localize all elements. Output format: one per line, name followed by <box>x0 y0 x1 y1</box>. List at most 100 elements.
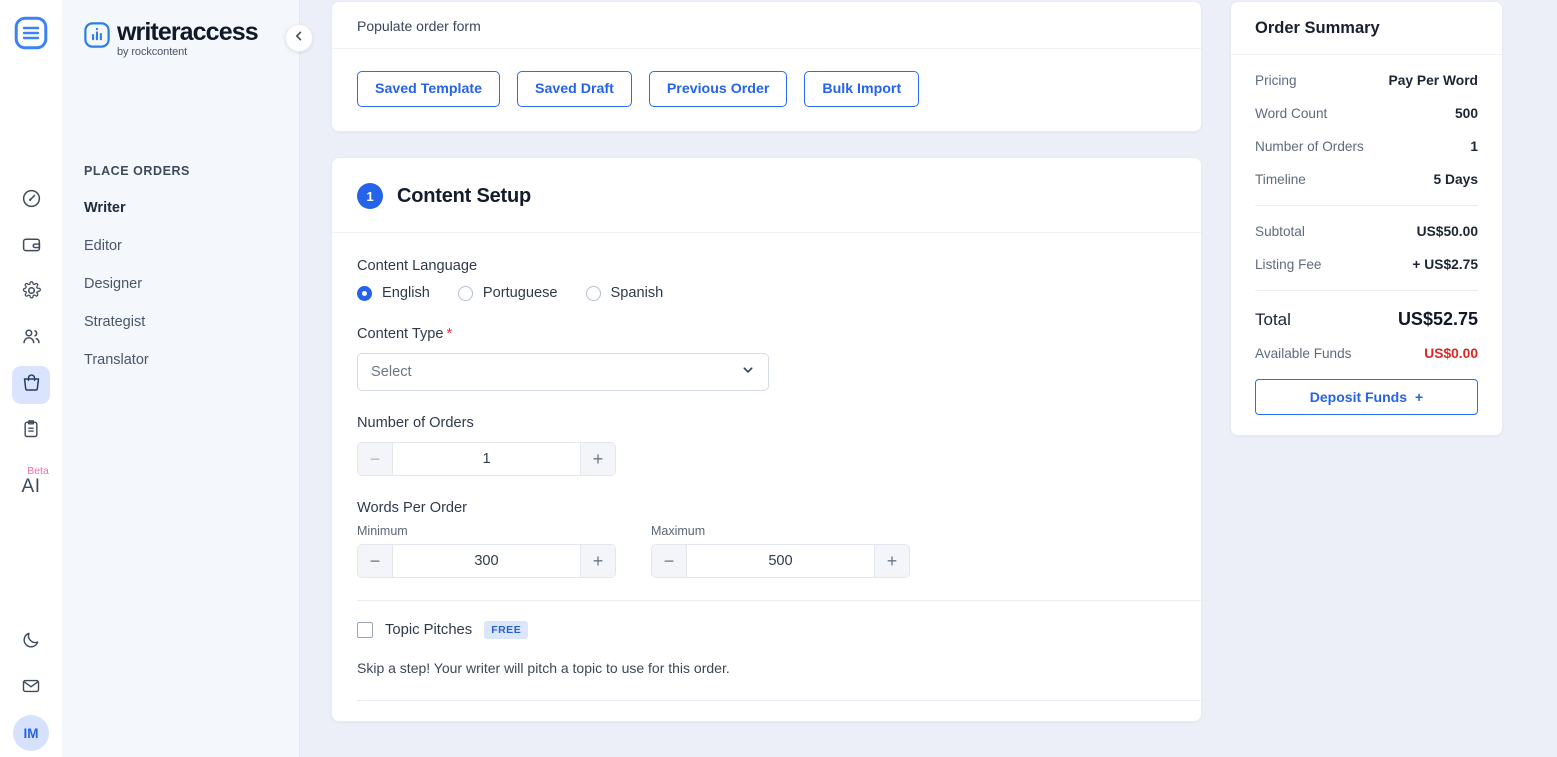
summary-row-timeline: Timeline 5 Days <box>1255 172 1478 187</box>
words-maximum-value[interactable]: 500 <box>686 545 875 577</box>
sidebar-item-label: Writer <box>84 200 126 216</box>
content-language-radio-group: English Portuguese Spanish <box>357 285 1176 301</box>
rail-item-dark-mode[interactable] <box>12 623 50 661</box>
free-badge: FREE <box>484 621 528 639</box>
available-funds-value: US$0.00 <box>1424 346 1478 361</box>
number-of-orders-decrement[interactable]: − <box>358 443 392 475</box>
sidebar-item-label: Designer <box>84 276 142 292</box>
topic-pitches-label: Topic Pitches <box>385 622 472 638</box>
words-maximum-increment[interactable]: + <box>875 545 909 577</box>
topic-pitches-helper-text: Skip a step! Your writer will pitch a to… <box>357 660 1176 676</box>
deposit-funds-button[interactable]: Deposit Funds + <box>1255 379 1478 415</box>
summary-value: 1 <box>1470 139 1478 154</box>
rail-item-tasks[interactable] <box>12 412 50 450</box>
content-type-value: Select <box>371 364 412 380</box>
language-option-spanish[interactable]: Spanish <box>586 285 664 301</box>
order-summary-column: Order Summary Pricing Pay Per Word Word … <box>1230 0 1527 722</box>
radio-icon[interactable] <box>586 286 601 301</box>
gear-icon <box>21 280 42 306</box>
summary-value: + US$2.75 <box>1412 257 1478 272</box>
summary-key: Word Count <box>1255 106 1327 121</box>
language-option-label: Spanish <box>611 285 664 301</box>
clipboard-icon <box>21 419 41 444</box>
rail-item-team[interactable] <box>12 320 50 358</box>
ai-label: AI <box>22 477 41 497</box>
sidebar-item-strategist[interactable]: Strategist <box>84 314 299 330</box>
summary-key: Timeline <box>1255 172 1306 187</box>
summary-divider-2 <box>1255 290 1478 291</box>
rail-item-wallet[interactable] <box>12 228 50 266</box>
summary-row-subtotal: Subtotal US$50.00 <box>1255 224 1478 239</box>
rail-item-dashboard[interactable] <box>12 182 50 220</box>
brand-subtitle: by rockcontent <box>117 46 258 58</box>
rail-item-settings[interactable] <box>12 274 50 312</box>
moon-icon <box>21 630 41 655</box>
topic-pitches-checkbox[interactable] <box>357 622 373 638</box>
language-option-portuguese[interactable]: Portuguese <box>458 285 558 301</box>
saved-template-button[interactable]: Saved Template <box>357 71 500 107</box>
words-per-order-row: Minimum − 300 + Maximum <box>357 524 1176 578</box>
populate-button-row: Saved Template Saved Draft Previous Orde… <box>357 71 1176 107</box>
section-divider-bottom <box>357 700 1210 701</box>
sidebar-item-translator[interactable]: Translator <box>84 352 299 368</box>
chevron-left-icon <box>293 29 305 47</box>
sidebar: writeraccess by rockcontent PLACE ORDERS… <box>62 0 300 757</box>
sidebar-item-editor[interactable]: Editor <box>84 238 299 254</box>
brand-text: writeraccess by rockcontent <box>117 20 258 58</box>
form-inner: Populate order form Saved Template Saved… <box>300 1 1230 722</box>
populate-order-form-card: Populate order form Saved Template Saved… <box>331 1 1202 132</box>
number-of-orders-value[interactable]: 1 <box>392 443 581 475</box>
summary-row-listing-fee: Listing Fee + US$2.75 <box>1255 257 1478 272</box>
plus-icon: + <box>1415 389 1423 405</box>
content-setup-body: Content Language English Portuguese <box>332 233 1201 701</box>
gauge-icon <box>21 188 42 214</box>
words-minimum-increment[interactable]: + <box>581 545 615 577</box>
language-option-english[interactable]: English <box>357 285 430 301</box>
summary-value: Pay Per Word <box>1389 73 1478 88</box>
sidebar-item-designer[interactable]: Designer <box>84 276 299 292</box>
content-type-label-text: Content Type <box>357 326 444 342</box>
sidebar-item-label: Translator <box>84 352 149 368</box>
summary-value: 5 Days <box>1434 172 1479 187</box>
sidebar-item-label: Editor <box>84 238 122 254</box>
required-marker: * <box>447 325 453 342</box>
topic-pitches-row: Topic Pitches FREE <box>357 621 1176 639</box>
rail-item-orders[interactable] <box>12 366 50 404</box>
radio-icon[interactable] <box>357 286 372 301</box>
summary-row-total: Total US$52.75 <box>1255 309 1478 330</box>
rail-item-messages[interactable] <box>12 669 50 707</box>
summary-key: Subtotal <box>1255 224 1305 239</box>
content-type-select[interactable]: Select <box>357 353 769 391</box>
words-minimum-decrement[interactable]: − <box>358 545 392 577</box>
avatar[interactable]: IM <box>13 715 49 751</box>
previous-order-button[interactable]: Previous Order <box>649 71 788 107</box>
words-maximum-decrement[interactable]: − <box>652 545 686 577</box>
words-minimum-label: Minimum <box>357 524 616 538</box>
summary-key: Number of Orders <box>1255 139 1364 154</box>
order-summary-title: Order Summary <box>1231 2 1502 55</box>
radio-icon[interactable] <box>458 286 473 301</box>
sidebar-collapse-button[interactable] <box>285 24 313 52</box>
sidebar-item-writer[interactable]: Writer <box>84 200 299 216</box>
populate-card-title: Populate order form <box>332 2 1201 49</box>
summary-divider-1 <box>1255 205 1478 206</box>
app-logo-icon[interactable] <box>12 14 50 52</box>
bulk-import-button[interactable]: Bulk Import <box>804 71 919 107</box>
content-setup-title: Content Setup <box>397 185 531 208</box>
wallet-icon <box>21 234 42 260</box>
content-setup-card: 1 Content Setup Content Language English <box>331 157 1202 722</box>
app-root: Beta AI IM <box>0 0 1557 757</box>
order-summary-body: Pricing Pay Per Word Word Count 500 Numb… <box>1231 55 1502 435</box>
populate-card-body: Saved Template Saved Draft Previous Orde… <box>332 49 1201 131</box>
rail-item-ai[interactable]: Beta AI <box>12 458 50 504</box>
shopping-bag-icon <box>21 372 42 398</box>
language-option-label: Portuguese <box>483 285 558 301</box>
saved-draft-button[interactable]: Saved Draft <box>517 71 632 107</box>
users-icon <box>21 326 42 352</box>
number-of-orders-increment[interactable]: + <box>581 443 615 475</box>
summary-key: Listing Fee <box>1255 257 1322 272</box>
words-minimum-value[interactable]: 300 <box>392 545 581 577</box>
sidebar-item-label: Strategist <box>84 314 145 330</box>
summary-row-word-count: Word Count 500 <box>1255 106 1478 121</box>
ai-beta-badge: Beta <box>27 466 49 477</box>
